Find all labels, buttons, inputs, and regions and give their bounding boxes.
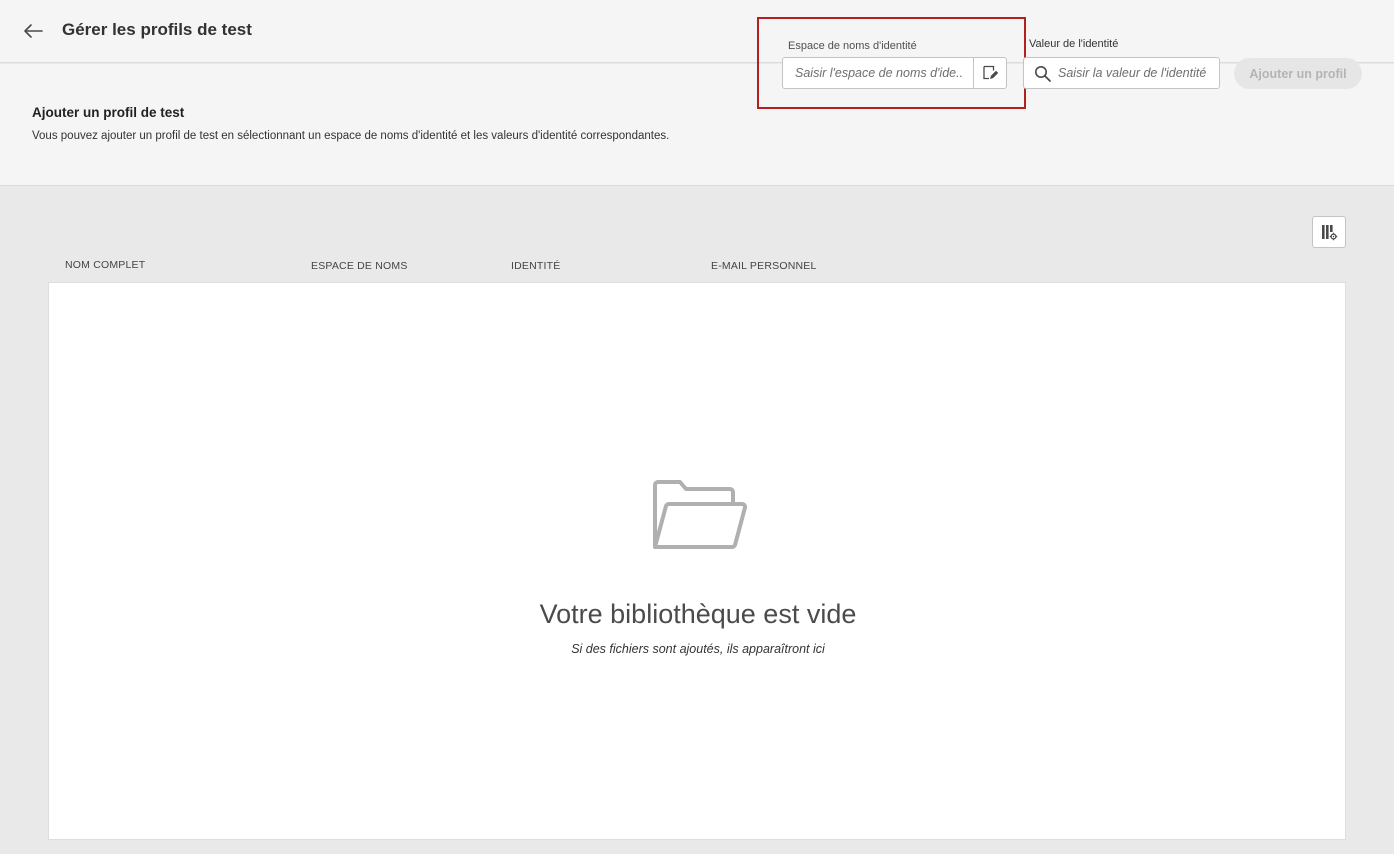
identity-value-field[interactable] [1023,57,1220,89]
search-icon [1035,66,1051,82]
back-button[interactable] [20,18,46,44]
empty-state-subtitle: Si des fichiers sont ajoutés, ils appara… [571,642,825,656]
column-header-email[interactable]: E-MAIL PERSONNEL [711,260,817,272]
arrow-left-icon [24,24,43,38]
page-title: Gérer les profils de test [62,20,252,39]
column-settings-icon [1322,225,1338,241]
add-profile-description: Vous pouvez ajouter un profil de test en… [32,130,670,142]
namespace-picker-button[interactable] [973,57,1007,89]
profiles-table-body: Votre bibliothèque est vide Si des fichi… [48,282,1346,840]
namespace-input[interactable] [782,57,974,89]
column-header-namespace[interactable]: ESPACE DE NOMS [311,260,408,272]
column-header-identity[interactable]: IDENTITÉ [511,260,560,272]
empty-state-title: Votre bibliothèque est vide [539,599,857,629]
identity-value-input[interactable] [1058,58,1218,88]
add-profile-button[interactable]: Ajouter un profil [1234,58,1362,89]
add-profile-title: Ajouter un profil de test [32,105,185,120]
page-header: Gérer les profils de test [0,0,1394,63]
identity-value-label: Valeur de l'identité [1029,38,1119,50]
column-header-full-name[interactable]: NOM COMPLET [65,259,145,271]
folder-open-icon [653,480,747,549]
column-settings-button[interactable] [1312,216,1346,248]
namespace-label: Espace de noms d'identité [788,40,917,52]
edit-select-icon [983,65,999,80]
